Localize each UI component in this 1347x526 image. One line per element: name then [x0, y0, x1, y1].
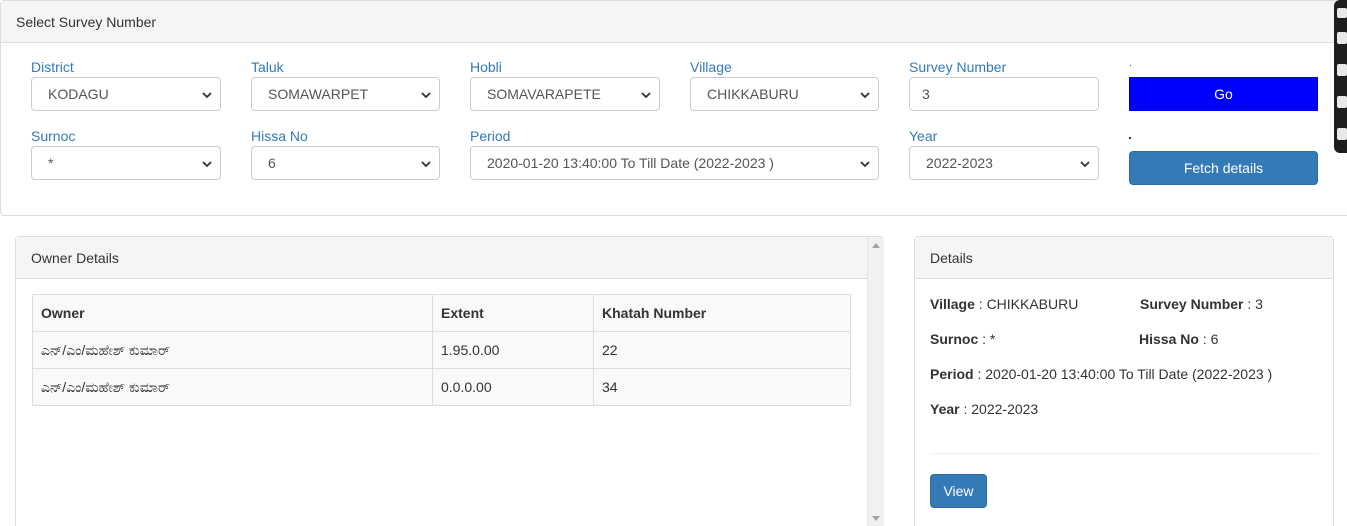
extent-column-header: Extent	[432, 294, 594, 332]
details-survey-value: 3	[1255, 296, 1263, 312]
owner-table: Owner Extent Khatah Number ಎನ್/ಎಂ/ಮಹೇಶ್ …	[32, 294, 851, 406]
details-survey-number: Survey Number : 3	[1140, 296, 1263, 312]
details-period-label: Period	[930, 366, 974, 382]
surnoc-select[interactable]: *	[31, 146, 221, 180]
owner-table-header: Owner Extent Khatah Number	[32, 294, 851, 332]
hissa-no-value: 6	[268, 155, 276, 171]
hobli-select[interactable]: SOMAVARAPETE	[470, 77, 660, 111]
table-row: ಎನ್/ಎಂ/ಮಹೇಶ್ ಕುಮಾರ್ 0.0.0.00 34	[32, 368, 851, 406]
year-value: 2022-2023	[926, 155, 993, 171]
owner-cell: ಎನ್/ಎಂ/ಮಹೇಶ್ ಕುಮಾರ್	[32, 331, 433, 369]
village-value: CHIKKABURU	[707, 86, 799, 102]
details-year: Year : 2022-2023	[930, 401, 1039, 417]
chevron-down-icon	[860, 92, 870, 99]
hobli-label: Hobli	[470, 59, 502, 75]
details-year-value: 2022-2023	[971, 401, 1039, 417]
year-select[interactable]: 2022-2023	[909, 146, 1099, 180]
details-surnoc: Surnoc : *	[930, 331, 996, 347]
owner-details-title: Owner Details	[31, 249, 119, 266]
scroll-down-arrow-icon[interactable]	[872, 516, 880, 521]
period-value: 2020-01-20 13:40:00 To Till Date (2022-2…	[487, 155, 774, 171]
owner-panel-scrollbar[interactable]	[867, 237, 884, 526]
taluk-select[interactable]: SOMAWARPET	[251, 77, 440, 111]
district-label: District	[31, 59, 74, 75]
hobli-value: SOMAVARAPETE	[487, 86, 601, 102]
chevron-down-icon	[860, 161, 870, 168]
details-title: Details	[930, 249, 973, 266]
chevron-down-icon	[1080, 161, 1090, 168]
details-divider	[930, 453, 1318, 454]
extension-icon[interactable]	[1337, 96, 1347, 108]
details-period: Period : 2020-01-20 13:40:00 To Till Dat…	[930, 366, 1273, 382]
survey-number-label: Survey Number	[909, 59, 1007, 75]
owner-details-panel: Owner Details Owner Extent Khatah Number…	[15, 236, 884, 526]
select-survey-heading: Select Survey Number	[1, 1, 1347, 43]
details-survey-label: Survey Number	[1140, 296, 1244, 312]
owner-cell: ಎನ್/ಎಂ/ಮಹೇಶ್ ಕುಮಾರ್	[32, 368, 433, 406]
district-select[interactable]: KODAGU	[31, 77, 221, 111]
period-select[interactable]: 2020-01-20 13:40:00 To Till Date (2022-2…	[470, 146, 879, 180]
extension-icon[interactable]	[1337, 32, 1347, 44]
extent-cell: 1.95.0.00	[432, 331, 594, 369]
select-survey-title: Select Survey Number	[16, 13, 157, 30]
surnoc-value: *	[48, 155, 54, 171]
view-button[interactable]: View	[930, 474, 987, 508]
survey-number-input[interactable]: 3	[909, 77, 1099, 111]
chevron-down-icon	[202, 92, 212, 99]
details-period-value: 2020-01-20 13:40:00 To Till Date (2022-2…	[985, 366, 1273, 382]
details-heading: Details	[915, 237, 1333, 279]
fetch-dot-label: .	[1128, 126, 1132, 142]
surnoc-label: Surnoc	[31, 128, 76, 144]
khatah-cell: 34	[593, 368, 851, 406]
taluk-label: Taluk	[251, 59, 284, 75]
chevron-down-icon	[421, 161, 431, 168]
go-dot-label: .	[1129, 58, 1132, 69]
period-label: Period	[470, 128, 511, 144]
hissa-no-label: Hissa No	[251, 128, 308, 144]
details-panel: Details Village : CHIKKABURU Survey Numb…	[914, 236, 1334, 526]
extent-cell: 0.0.0.00	[432, 368, 594, 406]
khatah-column-header: Khatah Number	[593, 294, 851, 332]
scroll-up-arrow-icon[interactable]	[872, 243, 880, 248]
survey-number-value: 3	[922, 86, 930, 102]
district-value: KODAGU	[48, 86, 109, 102]
details-hissa-label: Hissa No	[1139, 331, 1199, 347]
year-label: Year	[909, 128, 938, 144]
details-hissa: Hissa No : 6	[1139, 331, 1219, 347]
details-surnoc-value: *	[989, 331, 996, 347]
taluk-value: SOMAWARPET	[268, 86, 369, 102]
details-hissa-value: 6	[1210, 331, 1219, 347]
details-village-label: Village	[930, 296, 975, 312]
table-row: ಎನ್/ಎಂ/ಮಹೇಶ್ ಕುಮಾರ್ 1.95.0.00 22	[32, 331, 851, 369]
details-surnoc-label: Surnoc	[930, 331, 979, 347]
details-year-label: Year	[930, 401, 960, 417]
go-button[interactable]: Go	[1129, 77, 1318, 111]
chevron-down-icon	[641, 92, 651, 99]
fetch-details-button[interactable]: Fetch details	[1129, 151, 1318, 185]
extension-icon[interactable]	[1337, 64, 1347, 76]
chevron-down-icon	[421, 92, 431, 99]
extension-sidebar	[1334, 0, 1347, 153]
village-label: Village	[690, 59, 732, 75]
chevron-down-icon	[202, 161, 212, 168]
puzzle-icon[interactable]	[1337, 128, 1347, 140]
owner-details-heading: Owner Details	[16, 237, 867, 279]
hissa-no-select[interactable]: 6	[251, 146, 440, 180]
details-village-value: CHIKKABURU	[986, 296, 1079, 312]
owner-column-header: Owner	[32, 294, 433, 332]
village-select[interactable]: CHIKKABURU	[690, 77, 879, 111]
star-icon[interactable]	[1337, 8, 1347, 18]
khatah-cell: 22	[593, 331, 851, 369]
details-village: Village : CHIKKABURU	[930, 296, 1079, 312]
